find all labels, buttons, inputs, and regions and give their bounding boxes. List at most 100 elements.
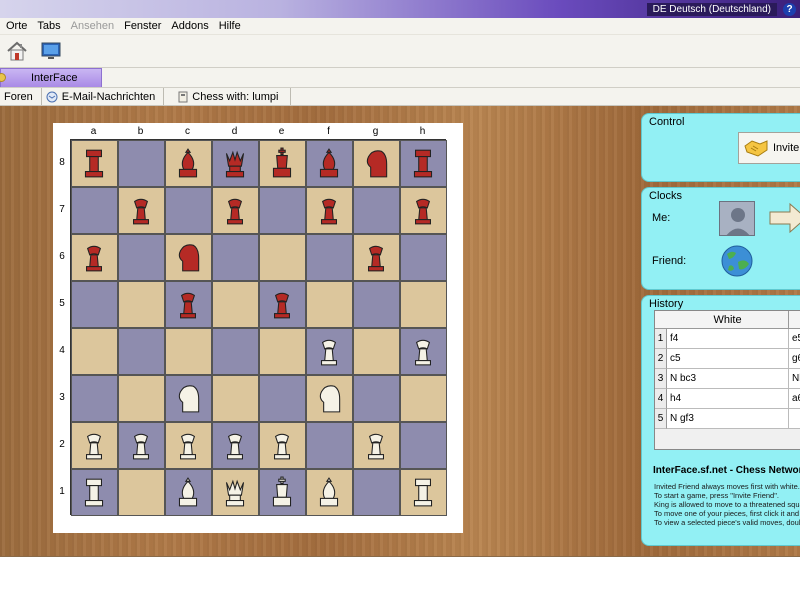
- square-c3[interactable]: [165, 375, 212, 422]
- square-f5[interactable]: [306, 281, 353, 328]
- square-g5[interactable]: [353, 281, 400, 328]
- red-pawn-icon[interactable]: [126, 194, 156, 226]
- menu-hilfe[interactable]: Hilfe: [218, 20, 246, 32]
- white-pawn-icon[interactable]: [220, 429, 250, 461]
- red-pawn-icon[interactable]: [267, 288, 297, 320]
- square-f2[interactable]: [306, 422, 353, 469]
- square-a5[interactable]: [71, 281, 118, 328]
- home-button[interactable]: [6, 40, 28, 62]
- history-table[interactable]: White 1f4e52c5g63N bc3Nb4h4a65N gf3: [654, 310, 800, 450]
- square-a8[interactable]: [71, 140, 118, 187]
- menu-addons[interactable]: Addons: [170, 20, 213, 32]
- red-king-icon[interactable]: [267, 147, 297, 179]
- red-pawn-icon[interactable]: [173, 288, 203, 320]
- square-e7[interactable]: [259, 187, 306, 234]
- square-d7[interactable]: [212, 187, 259, 234]
- menu-ansehen[interactable]: Ansehen: [70, 20, 119, 32]
- square-c4[interactable]: [165, 328, 212, 375]
- red-rook-icon[interactable]: [408, 147, 438, 179]
- red-bishop-icon[interactable]: [314, 147, 344, 179]
- square-f7[interactable]: [306, 187, 353, 234]
- history-col-black[interactable]: [789, 311, 800, 329]
- square-f3[interactable]: [306, 375, 353, 422]
- red-bishop-icon[interactable]: [173, 147, 203, 179]
- square-f4[interactable]: [306, 328, 353, 375]
- table-row[interactable]: 3N bc3Nb: [655, 369, 800, 389]
- tab-interface[interactable]: InterFace: [0, 68, 102, 87]
- square-h6[interactable]: [400, 234, 447, 281]
- square-f8[interactable]: [306, 140, 353, 187]
- square-h4[interactable]: [400, 328, 447, 375]
- square-g2[interactable]: [353, 422, 400, 469]
- square-a7[interactable]: [71, 187, 118, 234]
- square-b5[interactable]: [118, 281, 165, 328]
- square-g4[interactable]: [353, 328, 400, 375]
- square-f1[interactable]: [306, 469, 353, 516]
- square-d2[interactable]: [212, 422, 259, 469]
- white-rook-icon[interactable]: [408, 476, 438, 508]
- red-pawn-icon[interactable]: [314, 194, 344, 226]
- display-button[interactable]: [40, 40, 62, 62]
- white-knight-icon[interactable]: [173, 382, 203, 414]
- red-rook-icon[interactable]: [79, 147, 109, 179]
- red-queen-icon[interactable]: [220, 147, 250, 179]
- bookmark-chess[interactable]: Chess with: lumpi: [164, 88, 292, 105]
- language-label[interactable]: DE Deutsch (Deutschland): [646, 3, 777, 16]
- square-e8[interactable]: [259, 140, 306, 187]
- square-e6[interactable]: [259, 234, 306, 281]
- square-b2[interactable]: [118, 422, 165, 469]
- white-queen-icon[interactable]: [220, 476, 250, 508]
- square-a2[interactable]: [71, 422, 118, 469]
- square-b4[interactable]: [118, 328, 165, 375]
- menu-orte[interactable]: Orte: [5, 20, 32, 32]
- square-h7[interactable]: [400, 187, 447, 234]
- menu-tabs[interactable]: Tabs: [36, 20, 65, 32]
- white-pawn-icon[interactable]: [126, 429, 156, 461]
- history-col-white[interactable]: White: [667, 311, 789, 329]
- red-pawn-icon[interactable]: [408, 194, 438, 226]
- language-indicator[interactable]: DE Deutsch (Deutschland) ?: [646, 2, 796, 17]
- square-e4[interactable]: [259, 328, 306, 375]
- square-h1[interactable]: [400, 469, 447, 516]
- square-g8[interactable]: [353, 140, 400, 187]
- square-c1[interactable]: [165, 469, 212, 516]
- square-a1[interactable]: [71, 469, 118, 516]
- square-g7[interactable]: [353, 187, 400, 234]
- white-rook-icon[interactable]: [79, 476, 109, 508]
- square-f6[interactable]: [306, 234, 353, 281]
- red-knight-icon[interactable]: [173, 241, 203, 273]
- square-c6[interactable]: [165, 234, 212, 281]
- white-bishop-icon[interactable]: [314, 476, 344, 508]
- square-g1[interactable]: [353, 469, 400, 516]
- chess-board[interactable]: [70, 139, 447, 516]
- square-h2[interactable]: [400, 422, 447, 469]
- square-b1[interactable]: [118, 469, 165, 516]
- square-g6[interactable]: [353, 234, 400, 281]
- square-d3[interactable]: [212, 375, 259, 422]
- white-pawn-icon[interactable]: [173, 429, 203, 461]
- square-b8[interactable]: [118, 140, 165, 187]
- white-pawn-icon[interactable]: [314, 335, 344, 367]
- square-c8[interactable]: [165, 140, 212, 187]
- square-e5[interactable]: [259, 281, 306, 328]
- square-e2[interactable]: [259, 422, 306, 469]
- square-h5[interactable]: [400, 281, 447, 328]
- red-pawn-icon[interactable]: [79, 241, 109, 273]
- white-pawn-icon[interactable]: [267, 429, 297, 461]
- white-pawn-icon[interactable]: [79, 429, 109, 461]
- square-c5[interactable]: [165, 281, 212, 328]
- white-pawn-icon[interactable]: [361, 429, 391, 461]
- bookmark-foren[interactable]: Foren: [0, 88, 42, 105]
- square-a3[interactable]: [71, 375, 118, 422]
- red-knight-icon[interactable]: [361, 147, 391, 179]
- square-h8[interactable]: [400, 140, 447, 187]
- table-row[interactable]: 2c5g6: [655, 349, 800, 369]
- square-d1[interactable]: [212, 469, 259, 516]
- table-row[interactable]: 1f4e5: [655, 329, 800, 349]
- square-g3[interactable]: [353, 375, 400, 422]
- help-icon[interactable]: ?: [783, 3, 796, 16]
- square-b6[interactable]: [118, 234, 165, 281]
- square-a4[interactable]: [71, 328, 118, 375]
- square-h3[interactable]: [400, 375, 447, 422]
- bookmark-email[interactable]: E-Mail-Nachrichten: [42, 88, 165, 105]
